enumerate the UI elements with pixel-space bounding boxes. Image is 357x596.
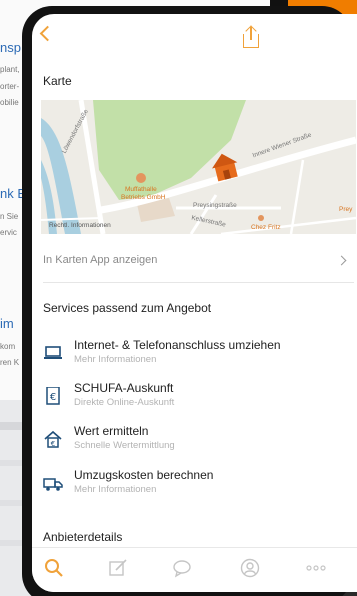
location-map[interactable]: Löwendorfstraße Innere Wiener Straße Muf… — [41, 100, 356, 234]
service-subtitle: Mehr Informationen — [74, 354, 157, 365]
service-title: Wert ermitteln — [74, 424, 149, 438]
user-icon[interactable] — [240, 558, 260, 578]
bg-text-fragment: kom — [0, 342, 16, 351]
service-subtitle: Mehr Informationen — [74, 484, 157, 495]
service-title: SCHUFA-Auskunft — [74, 381, 174, 395]
service-subtitle: Schnelle Wertermittlung — [74, 440, 175, 451]
map-edge-label: Prey — [339, 206, 353, 213]
map-street-label: Preysingstraße — [193, 202, 237, 209]
svg-text:€: € — [51, 440, 55, 448]
laptop-icon — [44, 346, 62, 359]
bg-link-fragment: nsp — [0, 40, 21, 55]
service-item-internet[interactable]: Internet- & Telefonanschluss umziehen Me… — [32, 338, 357, 378]
search-icon[interactable] — [44, 558, 64, 578]
service-title: Umzugskosten berechnen — [74, 468, 214, 482]
bottom-tab-bar — [32, 547, 357, 592]
service-subtitle: Direkte Online-Auskunft — [74, 397, 175, 408]
chat-icon[interactable] — [172, 558, 192, 578]
map-section-title: Karte — [43, 74, 72, 88]
bg-text-fragment: orter- — [0, 82, 20, 91]
more-icon[interactable] — [306, 558, 326, 578]
back-chevron-icon[interactable] — [39, 25, 56, 42]
app-screen: Karte Löwendorfstraße Innere Wiener Stra… — [32, 14, 357, 592]
svg-text:€: € — [50, 392, 56, 403]
phone-device: Karte Löwendorfstraße Innere Wiener Stra… — [22, 6, 357, 596]
bg-text-fragment: ervic — [0, 228, 17, 237]
services-section-title: Services passend zum Angebot — [43, 301, 212, 315]
map-legal-link[interactable]: Rechtl. Informationen — [49, 222, 111, 229]
divider — [43, 282, 354, 283]
map-restaurant-label: Chez Fritz — [251, 224, 281, 231]
open-in-maps-link[interactable]: In Karten App anzeigen — [43, 254, 157, 266]
service-item-moving[interactable]: Umzugskosten berechnen Mehr Informatione… — [32, 468, 357, 508]
map-venue-label: Muffathalle — [125, 186, 157, 193]
map-venue-sublabel: Betriebs GmbH — [121, 194, 166, 201]
euro-document-icon: € — [46, 387, 60, 405]
bg-text-fragment: obilie — [0, 98, 19, 107]
share-icon[interactable] — [243, 25, 259, 48]
bg-link-fragment: im — [0, 316, 14, 331]
truck-icon — [43, 478, 63, 491]
house-icon: € — [44, 430, 62, 448]
service-item-schufa[interactable]: € SCHUFA-Auskunft Direkte Online-Auskunf… — [32, 381, 357, 421]
bg-text-fragment: ren K — [0, 358, 20, 367]
provider-section-title: Anbieterdetails — [43, 530, 123, 544]
bg-text-fragment: plant, — [0, 65, 20, 74]
service-title: Internet- & Telefonanschluss umziehen — [74, 338, 281, 352]
app-header — [32, 14, 357, 60]
edit-icon[interactable] — [108, 558, 128, 578]
bg-text-fragment: n Sie — [0, 212, 19, 221]
service-item-value[interactable]: € Wert ermitteln Schnelle Wertermittlung — [32, 424, 357, 464]
chevron-right-icon[interactable] — [336, 255, 347, 266]
map-graphic — [41, 100, 356, 234]
